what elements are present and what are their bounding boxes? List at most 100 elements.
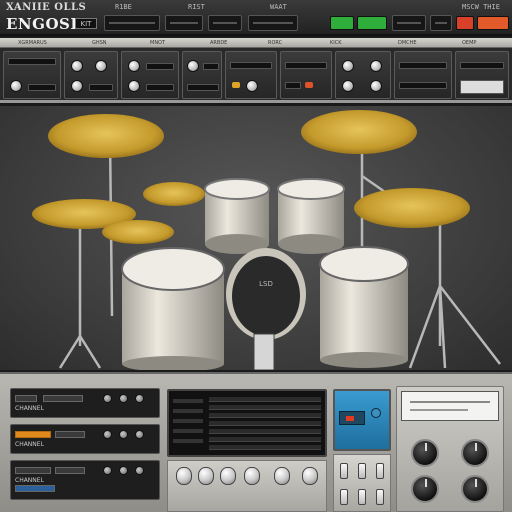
strip-knob[interactable] xyxy=(119,394,128,403)
fx-display xyxy=(401,391,499,421)
toggle-switch[interactable] xyxy=(358,463,366,479)
play-button[interactable] xyxy=(330,16,354,30)
toggle-switch[interactable] xyxy=(340,489,348,505)
module-slot xyxy=(399,82,447,89)
kit-badge[interactable]: KIT xyxy=(75,18,97,29)
rack-module-room[interactable] xyxy=(280,51,332,99)
fx-lcd[interactable] xyxy=(333,389,391,451)
level-knob[interactable] xyxy=(71,80,83,92)
kick-pedal[interactable] xyxy=(253,333,275,370)
top-label-1: R1BE xyxy=(115,3,132,11)
song-field[interactable] xyxy=(248,15,298,31)
strip-knob[interactable] xyxy=(119,466,128,475)
preset-selector[interactable] xyxy=(104,15,160,31)
pattern-field[interactable] xyxy=(208,15,242,31)
rack-tom-right[interactable] xyxy=(277,178,345,254)
status-led xyxy=(232,82,240,88)
top-right-label: MSCW THIE xyxy=(462,3,500,11)
screen-item xyxy=(173,429,203,433)
rack-label: XGRMARUS xyxy=(18,40,47,46)
fx-knob-drive[interactable] xyxy=(411,475,439,503)
tune-knob[interactable] xyxy=(128,60,140,72)
rack-module-toms[interactable] xyxy=(121,51,179,99)
stop-button[interactable] xyxy=(477,16,509,30)
fx-knob-reverb[interactable] xyxy=(411,439,439,467)
toggle-switch[interactable] xyxy=(376,463,384,479)
module-rack xyxy=(0,48,512,103)
crash-cymbal-left[interactable] xyxy=(48,114,164,158)
rack-module-kick[interactable] xyxy=(3,51,61,99)
rack-tom-left[interactable] xyxy=(204,178,270,254)
volume-knob[interactable] xyxy=(244,467,260,485)
tempo-field[interactable] xyxy=(165,15,203,31)
channel-strip-2[interactable]: CHANNEL xyxy=(10,424,160,454)
channel-strip-1[interactable]: CHANNEL xyxy=(10,388,160,418)
pan-knob[interactable] xyxy=(370,80,382,92)
rack-module-snare[interactable] xyxy=(64,51,118,99)
strip-label: CHANNEL xyxy=(15,405,44,412)
fx-knob-mix[interactable] xyxy=(461,475,489,503)
strip-knob[interactable] xyxy=(135,430,144,439)
channel-strip-3[interactable]: CHANNEL xyxy=(10,460,160,500)
rack-module-hihat[interactable] xyxy=(182,51,222,99)
level-knob[interactable] xyxy=(342,80,354,92)
rack-label: OEMP xyxy=(462,40,477,46)
crash-cymbal-right[interactable] xyxy=(301,110,417,154)
module-display xyxy=(285,62,327,69)
toggle-switch[interactable] xyxy=(358,489,366,505)
floor-tom-right[interactable] xyxy=(319,246,409,368)
screen-item xyxy=(173,399,203,403)
level-knob[interactable] xyxy=(128,80,140,92)
level-knob[interactable] xyxy=(10,80,22,92)
china-cymbal[interactable] xyxy=(354,188,470,228)
decay-knob[interactable] xyxy=(95,60,107,72)
rack-module-overhead[interactable] xyxy=(335,51,391,99)
decay-knob[interactable] xyxy=(370,60,382,72)
volume-knob[interactable] xyxy=(302,467,318,485)
sync-field[interactable] xyxy=(392,15,426,31)
level-knob[interactable] xyxy=(246,80,258,92)
toggle-switch[interactable] xyxy=(340,463,348,479)
strip-knob[interactable] xyxy=(103,394,112,403)
screen-row xyxy=(209,405,321,410)
rack-module-bus[interactable] xyxy=(394,51,452,99)
module-display xyxy=(460,62,504,69)
main-screen[interactable] xyxy=(167,389,327,457)
volume-knob[interactable] xyxy=(274,467,290,485)
fx-panel xyxy=(396,386,504,512)
toggle-switch[interactable] xyxy=(376,489,384,505)
top-label-2: RIST xyxy=(188,3,205,11)
screen-row xyxy=(209,429,321,434)
bottom-control-panel: CHANNEL CHANNEL CHANNEL xyxy=(0,372,512,512)
volume-knob[interactable] xyxy=(176,467,192,485)
screen-row xyxy=(209,437,321,442)
rack-module-master[interactable] xyxy=(455,51,509,99)
strip-knob[interactable] xyxy=(119,430,128,439)
splash-cymbal[interactable] xyxy=(143,182,205,206)
strip-segment xyxy=(43,395,83,402)
fx-knob-delay[interactable] xyxy=(461,439,489,467)
loop-button[interactable] xyxy=(357,16,387,30)
rack-module-cymbals[interactable] xyxy=(225,51,277,99)
rack-label: MNOT xyxy=(150,40,166,46)
hihat-cymbal[interactable] xyxy=(102,220,174,244)
module-slot xyxy=(146,63,174,70)
strip-segment xyxy=(55,431,85,438)
record-button[interactable] xyxy=(456,16,474,30)
module-display xyxy=(399,62,447,69)
strip-knob[interactable] xyxy=(135,394,144,403)
kick-drum[interactable]: LSD xyxy=(226,248,306,370)
strip-knob[interactable] xyxy=(103,430,112,439)
strip-knob[interactable] xyxy=(135,466,144,475)
module-slot xyxy=(89,84,113,91)
floor-tom-left[interactable] xyxy=(121,247,225,370)
tune-knob[interactable] xyxy=(71,60,83,72)
metronome-field[interactable] xyxy=(430,15,452,31)
tune-knob[interactable] xyxy=(342,60,354,72)
tune-knob[interactable] xyxy=(187,60,199,72)
screen-row xyxy=(209,445,321,450)
volume-knob[interactable] xyxy=(220,467,236,485)
volume-knob[interactable] xyxy=(198,467,214,485)
module-slot xyxy=(146,84,174,91)
strip-knob[interactable] xyxy=(103,466,112,475)
